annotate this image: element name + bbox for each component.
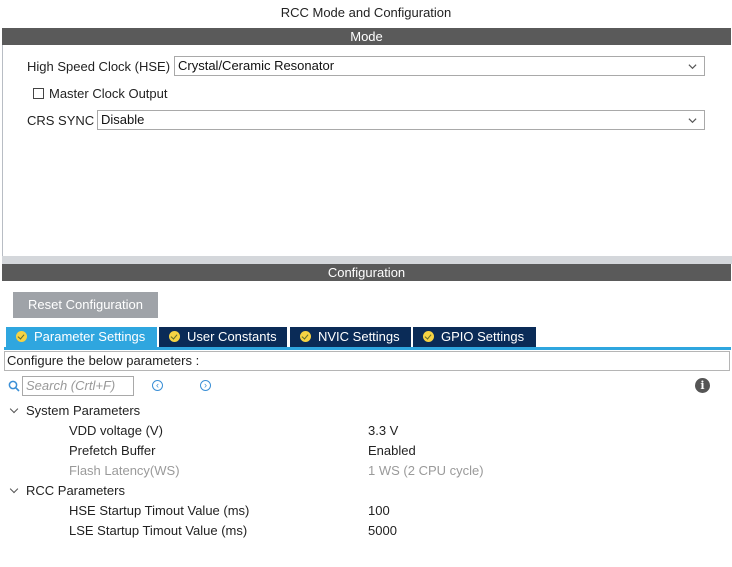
window-title: RCC Mode and Configuration: [280, 5, 452, 20]
previous-arrow-icon[interactable]: ‹: [152, 380, 163, 391]
section-splitter[interactable]: [2, 256, 732, 264]
tab-label: Parameter Settings: [34, 329, 146, 344]
param-value[interactable]: Enabled: [368, 443, 416, 458]
group-rcc-parameters[interactable]: RCC Parameters: [9, 483, 125, 498]
param-value[interactable]: 100: [368, 503, 390, 518]
crs-sync-label: CRS SYNC: [27, 113, 95, 128]
master-clock-output-label: Master Clock Output: [49, 86, 168, 101]
chevron-down-icon: [688, 118, 697, 124]
mode-header: Mode: [2, 28, 731, 45]
group-label: System Parameters: [26, 403, 141, 418]
param-value[interactable]: 5000: [368, 523, 397, 538]
param-name: HSE Startup Timout Value (ms): [69, 503, 250, 518]
info-icon[interactable]: i: [695, 378, 710, 393]
chevron-down-icon[interactable]: [9, 484, 19, 494]
param-name: LSE Startup Timout Value (ms): [69, 523, 248, 538]
hse-label: High Speed Clock (HSE): [27, 59, 171, 74]
hse-select-value: Crystal/Ceramic Resonator: [178, 58, 335, 73]
tab-label: NVIC Settings: [318, 329, 400, 344]
crs-sync-select-value: Disable: [101, 112, 145, 127]
crs-sync-select[interactable]: Disable: [97, 110, 705, 130]
check-circle-icon: [169, 331, 180, 342]
master-clock-output-checkbox[interactable]: [33, 88, 44, 99]
param-value: 1 WS (2 CPU cycle): [368, 463, 484, 478]
param-name: VDD voltage (V): [69, 423, 163, 438]
check-circle-icon: [300, 331, 311, 342]
param-name: Flash Latency(WS): [69, 463, 180, 478]
group-system-parameters[interactable]: System Parameters: [9, 403, 141, 418]
tab-nvic-settings[interactable]: NVIC Settings: [290, 327, 411, 347]
chevron-down-icon: [688, 64, 697, 70]
search-icon: [8, 380, 20, 392]
tab-underline: [4, 347, 731, 350]
tab-parameter-settings[interactable]: Parameter Settings: [6, 327, 157, 347]
left-border: [2, 44, 3, 256]
hse-select[interactable]: Crystal/Ceramic Resonator: [174, 56, 705, 76]
param-name: Prefetch Buffer: [69, 443, 156, 458]
configuration-header: Configuration: [2, 264, 731, 281]
reset-configuration-button[interactable]: Reset Configuration: [13, 292, 158, 318]
param-value[interactable]: 3.3 V: [368, 423, 398, 438]
search-input[interactable]: Search (Crtl+F): [22, 376, 134, 396]
group-label: RCC Parameters: [26, 483, 125, 498]
check-circle-icon: [423, 331, 434, 342]
configure-info-text: Configure the below parameters :: [4, 351, 730, 371]
tab-label: User Constants: [187, 329, 277, 344]
tab-gpio-settings[interactable]: GPIO Settings: [413, 327, 536, 347]
check-circle-icon: [16, 331, 27, 342]
next-arrow-icon[interactable]: ›: [200, 380, 211, 391]
chevron-down-icon[interactable]: [9, 404, 19, 414]
tab-user-constants[interactable]: User Constants: [159, 327, 287, 347]
tab-label: GPIO Settings: [441, 329, 525, 344]
